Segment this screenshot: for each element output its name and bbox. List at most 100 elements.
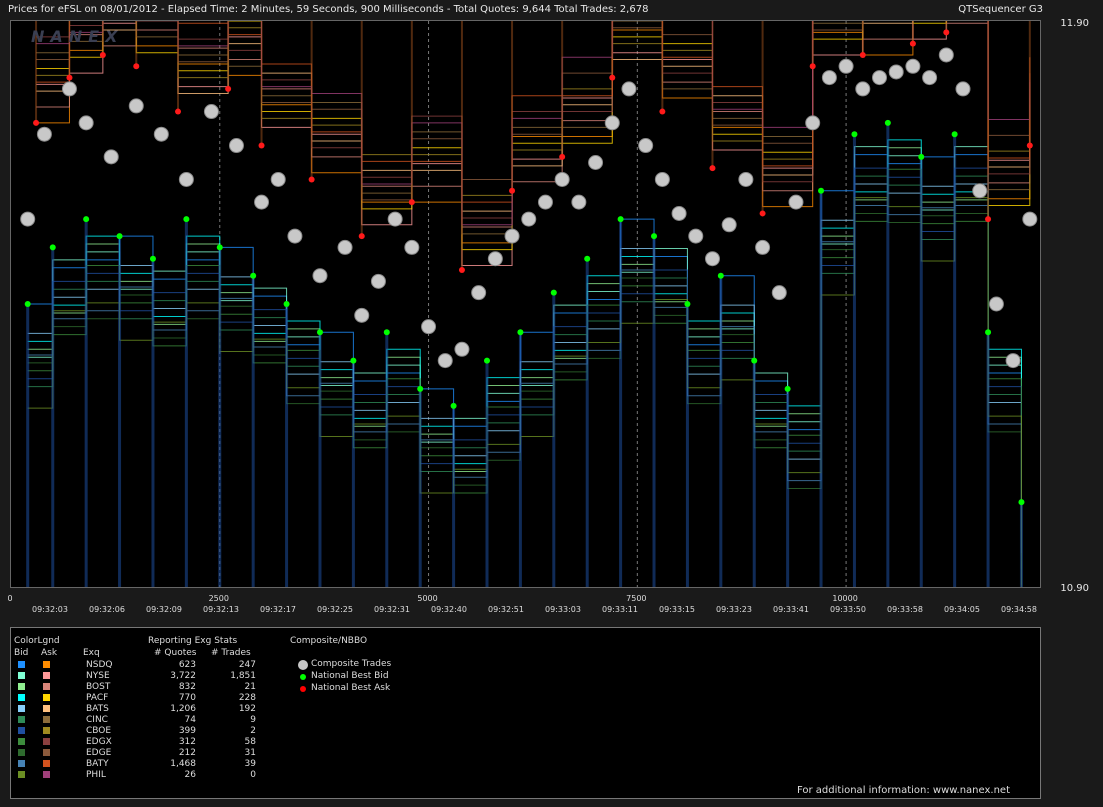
composite-trade-point — [654, 171, 670, 187]
x-time-label: 09:32:13 — [203, 605, 239, 614]
composite-trade-point — [821, 70, 837, 86]
composite-trade-point — [61, 81, 77, 97]
bid-color-swatch — [18, 661, 25, 668]
composite-legend-label: Composite Trades — [311, 659, 392, 669]
composite-trade-point — [704, 251, 720, 267]
quotes-header: # Quotes — [154, 648, 197, 658]
x-time-label: 09:32:40 — [431, 605, 467, 614]
national-best-bid-point — [283, 301, 290, 307]
national-best-ask-point — [609, 74, 616, 81]
composite-trade-point — [738, 171, 754, 187]
composite-trade-point — [721, 217, 737, 233]
national-best-bid-point — [350, 357, 357, 364]
trade-count: 39 — [244, 759, 256, 769]
exchange-name: BOST — [86, 682, 111, 692]
national-best-ask-point — [943, 29, 950, 36]
exchange-ask-line — [36, 21, 1031, 235]
exchange-ask-line — [36, 21, 1031, 196]
quote-count: 770 — [178, 693, 196, 703]
national-best-bid-point — [316, 329, 323, 336]
legend-dot — [300, 686, 306, 692]
bid-color-swatch — [18, 727, 25, 734]
national-best-bid-point — [149, 255, 156, 262]
exchange-bid-line — [27, 154, 1022, 503]
ask-color-swatch — [43, 727, 50, 734]
national-best-bid-point — [183, 216, 190, 223]
exchange-name: PHIL — [86, 770, 106, 780]
x-count-tick: 5000 — [417, 594, 438, 603]
x-time-label: 09:32:31 — [374, 605, 410, 614]
national-best-bid-point — [383, 329, 390, 336]
composite-trade-point — [504, 228, 520, 244]
composite-trade-point — [621, 81, 637, 97]
exchange-row: BOST 832 21 — [11, 682, 1040, 693]
title-bar: Prices for eFSL on 08/01/2012 - Elapsed … — [0, 0, 1103, 20]
exchange-row: PHIL 26 0 — [11, 770, 1040, 781]
quote-count: 399 — [178, 726, 196, 736]
quote-count: 1,206 — [170, 704, 196, 714]
ask-color-swatch — [43, 738, 50, 745]
national-best-bid-point — [985, 329, 992, 336]
exchange-bid-line — [27, 183, 1022, 532]
composite-trade-point — [888, 64, 904, 80]
composite-trade-point — [20, 211, 36, 227]
quote-count: 832 — [178, 682, 196, 692]
quote-count: 312 — [178, 737, 196, 747]
exchange-name: NYSE — [86, 671, 110, 681]
x-time-label: 09:32:03 — [32, 605, 68, 614]
national-best-ask-point — [909, 40, 916, 47]
composite-trade-point — [370, 273, 386, 289]
exchange-bid-line — [27, 147, 1022, 548]
national-best-bid-point — [417, 385, 424, 392]
exchange-name: EDGX — [86, 737, 112, 747]
exchange-bid-line — [27, 175, 1022, 585]
national-best-bid-point — [918, 153, 925, 160]
ask-color-swatch — [43, 760, 50, 767]
ask-color-swatch — [43, 661, 50, 668]
x-time-label: 09:33:41 — [773, 605, 809, 614]
bid-color-swatch — [18, 749, 25, 756]
plot-area[interactable]: NANEX — [10, 20, 1041, 588]
trade-count: 192 — [238, 704, 256, 714]
composite-trade-point — [788, 194, 804, 210]
ask-color-swatch — [43, 672, 50, 679]
exchange-name: BATY — [86, 759, 109, 769]
composite-trade-point — [638, 138, 654, 154]
composite-trade-point — [771, 285, 787, 301]
national-best-ask-point — [175, 108, 182, 115]
national-best-ask-point — [358, 233, 365, 240]
composite-trade-point — [922, 70, 938, 86]
quote-count: 26 — [184, 770, 196, 780]
national-best-bid-point — [517, 329, 524, 336]
composite-trade-point — [337, 239, 353, 255]
national-best-bid-point — [24, 301, 31, 307]
exchange-ask-line — [36, 21, 1031, 244]
national-best-bid-point — [450, 402, 457, 409]
national-best-ask-point — [99, 51, 106, 58]
x-time-label: 09:33:03 — [545, 605, 581, 614]
y-tick-bottom: 10.90 — [1060, 583, 1089, 594]
x-time-label: 09:32:25 — [317, 605, 353, 614]
national-best-ask-point — [859, 51, 866, 58]
national-best-bid-point — [83, 216, 90, 223]
national-best-ask-point — [133, 63, 140, 70]
quote-count: 1,468 — [170, 759, 196, 769]
composite-trade-point — [287, 228, 303, 244]
composite-trade-point — [805, 115, 821, 131]
composite-trade-point — [671, 205, 687, 221]
composite-trade-point — [1022, 211, 1038, 227]
composite-trade-point — [871, 70, 887, 86]
x-time-label: 09:34:58 — [1001, 605, 1037, 614]
composite-trade-point — [537, 194, 553, 210]
bid-color-swatch — [18, 771, 25, 778]
ask-header: Ask — [41, 648, 58, 658]
ask-color-swatch — [43, 716, 50, 723]
footer-info: For additional information: www.nanex.ne… — [797, 785, 1010, 796]
national-best-ask-point — [709, 165, 716, 172]
national-best-bid-point — [717, 272, 724, 279]
composite-trade-point — [312, 268, 328, 284]
bid-color-swatch — [18, 694, 25, 701]
composite-trade-point — [905, 58, 921, 74]
exchange-ask-line — [36, 21, 1031, 228]
chart-svg — [20, 21, 1038, 587]
